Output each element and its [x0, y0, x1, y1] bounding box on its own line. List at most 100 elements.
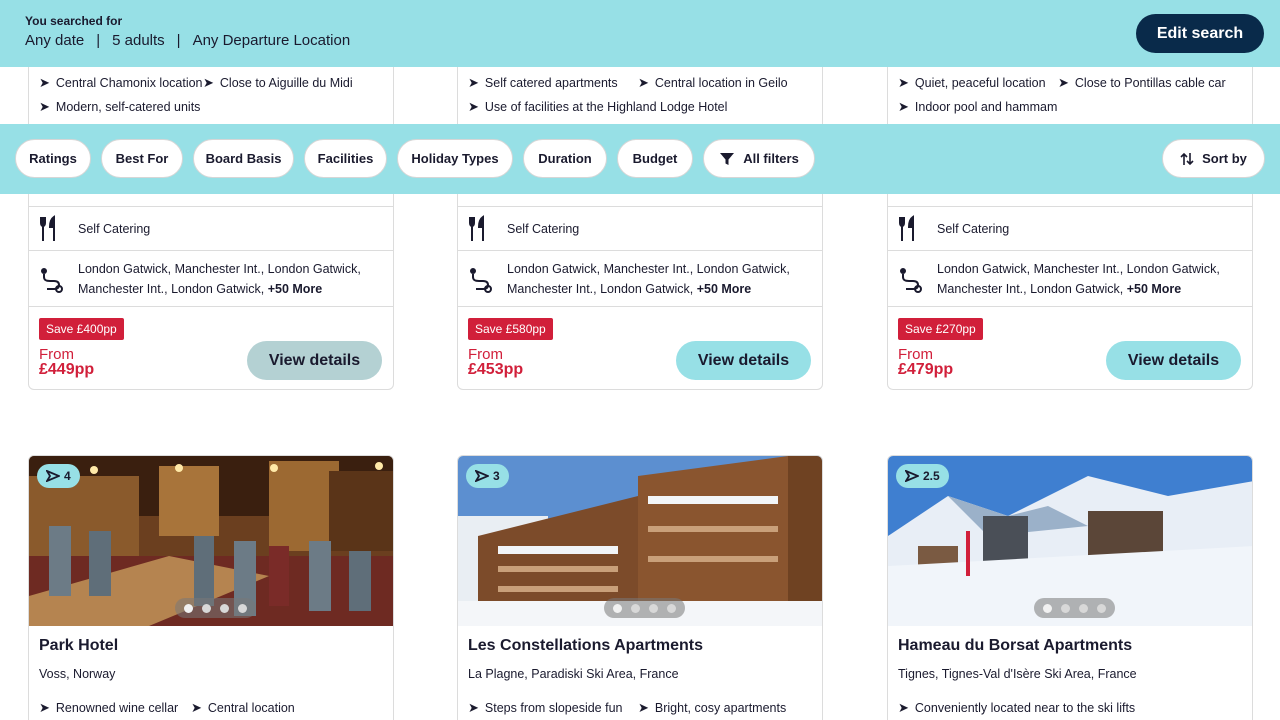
carousel-dots[interactable]	[175, 598, 256, 618]
hotel-card[interactable]: 4 Park Hotel Voss, Norway ➤ Renowned wine…	[28, 455, 394, 720]
carousel-dot[interactable]	[1061, 603, 1070, 613]
view-details-button[interactable]: View details	[1106, 341, 1241, 380]
carousel-dots[interactable]	[1034, 598, 1115, 618]
route-icon	[900, 268, 922, 293]
feature-item: ➤ Central location in Geilo	[638, 75, 788, 91]
carousel-dot[interactable]	[238, 603, 247, 613]
carousel-dot[interactable]	[220, 603, 229, 613]
hotel-name[interactable]: Les Constellations Apartments	[468, 637, 703, 655]
sort-by-label: Sort by	[1202, 151, 1247, 166]
hotel-card[interactable]: 3 Les Constellations Apartments La Plagn…	[457, 455, 823, 720]
departure-airports: London Gatwick, Manchester Int., London …	[937, 259, 1220, 299]
filter-chip-board-basis[interactable]: Board Basis	[193, 139, 294, 178]
carousel-dot[interactable]	[184, 603, 193, 613]
feature-item: ➤ Indoor pool and hammam	[898, 99, 1057, 115]
feature-item: ➤ Quiet, peaceful location	[898, 75, 1046, 91]
feature-label: Central location	[207, 701, 295, 715]
photo-carousel[interactable]: 4	[29, 456, 393, 626]
filter-chip-budget[interactable]: Budget	[617, 139, 693, 178]
play-rating-icon	[475, 470, 489, 482]
feature-label: Central Chamonix location	[55, 76, 203, 90]
price: £453pp	[468, 361, 524, 378]
airports-line-2: Manchester Int., London Gatwick,	[937, 282, 1124, 296]
airports-line-2: Manchester Int., London Gatwick,	[507, 282, 694, 296]
all-filters-label: All filters	[743, 151, 799, 166]
arrow-icon: ➤	[468, 700, 479, 715]
sort-icon	[1180, 152, 1194, 165]
photo-carousel[interactable]: 3	[458, 456, 822, 626]
departure-airports: London Gatwick, Manchester Int., London …	[78, 259, 361, 299]
carousel-dots[interactable]	[604, 598, 685, 618]
search-date: Any date	[25, 32, 85, 49]
carousel-dot[interactable]	[1079, 603, 1088, 613]
departure-airports: London Gatwick, Manchester Int., London …	[507, 259, 790, 299]
feature-item: ➤ Use of facilities at the Highland Lodge…	[468, 99, 727, 115]
arrow-icon: ➤	[638, 700, 649, 715]
arrow-icon: ➤	[468, 75, 479, 90]
search-summary-bar: You searched for Any date | 5 adults | A…	[0, 0, 1280, 67]
feature-label: Self catered apartments	[484, 76, 618, 90]
hotel-card[interactable]: ➤ Central Chamonix location ➤ Close to Aig…	[28, 40, 394, 390]
filter-chip-holiday-types[interactable]: Holiday Types	[397, 139, 513, 178]
edit-search-button[interactable]: Edit search	[1136, 14, 1264, 53]
filter-chip-facilities[interactable]: Facilities	[304, 139, 387, 178]
divider	[29, 306, 393, 307]
hotel-name[interactable]: Park Hotel	[39, 637, 118, 655]
arrow-icon: ➤	[39, 700, 50, 715]
feature-item: ➤ Bright, cosy apartments	[638, 700, 786, 716]
feature-item: ➤ Steps from slopeside fun	[468, 700, 622, 716]
divider: |	[96, 32, 101, 49]
carousel-dot[interactable]	[613, 603, 622, 613]
sort-by-button[interactable]: Sort by	[1162, 139, 1265, 178]
arrow-icon: ➤	[191, 700, 202, 715]
carousel-dot[interactable]	[667, 603, 676, 613]
hotel-card[interactable]: 2.5 Hameau du Borsat Apartments Tignes, …	[887, 455, 1253, 720]
view-details-button[interactable]: View details	[247, 341, 382, 380]
view-details-button[interactable]: View details	[676, 341, 811, 380]
feature-label: Close to Pontillas cable car	[1074, 76, 1226, 90]
feature-label: Conveniently located near to the ski lif…	[914, 701, 1136, 715]
carousel-dot[interactable]	[631, 603, 640, 613]
arrow-icon: ➤	[39, 99, 50, 114]
hotel-location: Voss, Norway	[39, 667, 116, 681]
divider	[458, 306, 822, 307]
divider	[458, 206, 822, 207]
more-airports-link[interactable]: +50 More	[697, 282, 752, 296]
photo-carousel[interactable]: 2.5	[888, 456, 1252, 626]
divider	[29, 250, 393, 251]
all-filters-button[interactable]: All filters	[703, 139, 815, 178]
divider	[29, 206, 393, 207]
feature-label: Close to Aiguille du Midi	[219, 76, 353, 90]
route-icon	[41, 268, 63, 293]
search-summary: Any date | 5 adults | Any Departure Loca…	[25, 32, 350, 49]
cutlery-icon	[899, 215, 914, 241]
divider	[458, 250, 822, 251]
save-badge: Save £400pp	[39, 318, 124, 340]
board-basis: Self Catering	[507, 222, 580, 236]
save-badge: Save £580pp	[468, 318, 553, 340]
route-icon	[470, 268, 492, 293]
cutlery-icon	[40, 215, 55, 241]
feature-label: Bright, cosy apartments	[654, 701, 787, 715]
divider	[888, 306, 1252, 307]
more-airports-link[interactable]: +50 More	[268, 282, 323, 296]
divider	[888, 250, 1252, 251]
more-airports-link[interactable]: +50 More	[1127, 282, 1182, 296]
save-badge: Save £270pp	[898, 318, 983, 340]
hotel-name[interactable]: Hameau du Borsat Apartments	[898, 637, 1132, 655]
filter-chip-ratings[interactable]: Ratings	[15, 139, 91, 178]
arrow-icon: ➤	[1058, 75, 1069, 90]
carousel-dot[interactable]	[1043, 603, 1052, 613]
hotel-card[interactable]: ➤ Self catered apartments ➤ Central locati…	[457, 40, 823, 390]
carousel-dot[interactable]	[1097, 603, 1106, 613]
hotel-card[interactable]: ➤ Quiet, peaceful location ➤ Close to Pont…	[887, 40, 1253, 390]
carousel-dot[interactable]	[649, 603, 658, 613]
filter-chip-best-for[interactable]: Best For	[101, 139, 183, 178]
arrow-icon: ➤	[898, 700, 909, 715]
cutlery-icon	[469, 215, 484, 241]
filter-chip-duration[interactable]: Duration	[523, 139, 607, 178]
hotel-location: La Plagne, Paradiski Ski Area, France	[468, 667, 679, 681]
airports-line-1: London Gatwick, Manchester Int., London …	[78, 262, 361, 276]
arrow-icon: ➤	[898, 75, 909, 90]
carousel-dot[interactable]	[202, 603, 211, 613]
